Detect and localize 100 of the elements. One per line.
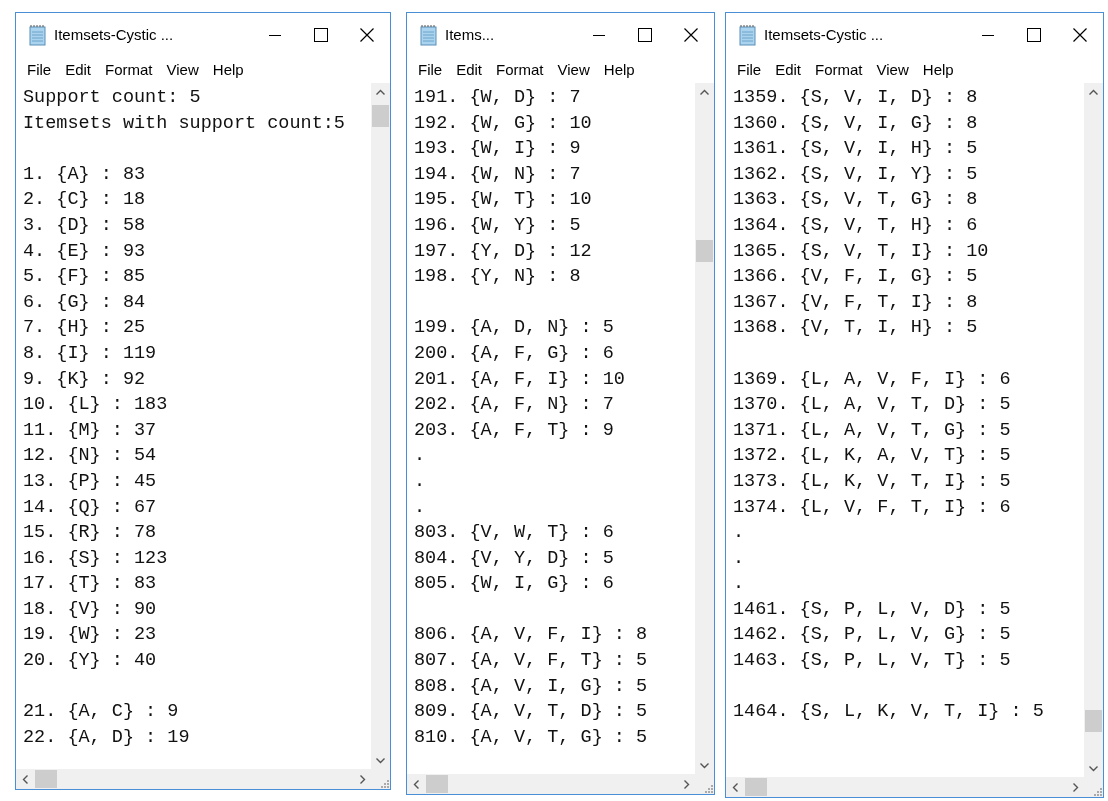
text-line: 2. {C} : 18	[23, 188, 147, 213]
text-line: 7. {H} : 25	[23, 316, 147, 341]
scroll-left-icon[interactable]	[21, 774, 28, 784]
text-line: Itemsets with support count:5	[23, 111, 346, 136]
vertical-scrollbar[interactable]	[695, 83, 714, 774]
horizontal-scrollbar[interactable]	[16, 769, 390, 789]
text-line: .	[733, 521, 746, 546]
resize-grip-icon[interactable]	[704, 784, 714, 794]
menu-item[interactable]: Help	[915, 58, 961, 82]
close-icon[interactable]	[360, 28, 374, 42]
menu-item[interactable]: Edit	[449, 58, 490, 82]
text-line: 1365. {S, V, T, I} : 10	[733, 239, 990, 264]
text-line: 1374. {L, V, F, T, I} : 6	[733, 495, 1012, 520]
text-line: 1371. {L, A, V, T, G} : 5	[733, 418, 1012, 443]
menu-item[interactable]: View	[159, 58, 206, 82]
text-line: 21. {A, C} : 9	[23, 700, 180, 725]
window-title: Items...	[445, 24, 496, 45]
text-line: 1366. {V, F, I, G} : 5	[733, 265, 979, 290]
menu-item[interactable]: File	[730, 58, 769, 82]
text-line: 1370. {L, A, V, T, D} : 5	[733, 393, 1012, 418]
vertical-scrollbar[interactable]	[1084, 83, 1103, 777]
scroll-down-icon[interactable]	[376, 757, 385, 764]
scroll-up-icon[interactable]	[376, 88, 385, 95]
text-line: 22. {A, D} : 19	[23, 725, 191, 750]
text-line: .	[733, 572, 746, 597]
notepad-icon	[419, 24, 439, 46]
text-line: 1463. {S, P, L, V, T} : 5	[733, 649, 1012, 674]
text-line: 1368. {V, T, I, H} : 5	[733, 316, 979, 341]
menu-item[interactable]: View	[869, 58, 916, 82]
maximize-icon[interactable]	[638, 28, 652, 42]
text-line: 192. {W, G} : 10	[414, 111, 593, 136]
menu-item[interactable]: Help	[205, 58, 251, 82]
notepad-icon	[738, 24, 758, 46]
text-line: .	[414, 469, 427, 494]
text-line: 15. {R} : 78	[23, 521, 158, 546]
maximize-icon[interactable]	[314, 28, 328, 42]
text-line: 8. {I} : 119	[23, 341, 158, 366]
menu-item[interactable]: View	[550, 58, 597, 82]
text-line: .	[414, 444, 427, 469]
horizontal-scrollbar[interactable]	[407, 774, 714, 794]
vertical-scrollbar[interactable]	[371, 83, 390, 769]
text-line: 202. {A, F, N} : 7	[414, 393, 615, 418]
resize-grip-icon[interactable]	[380, 779, 390, 789]
text-line: 1462. {S, P, L, V, G} : 5	[733, 623, 1012, 648]
text-line: 806. {A, V, F, I} : 8	[414, 623, 649, 648]
text-line: 803. {V, W, T} : 6	[414, 521, 615, 546]
menu-item[interactable]: Edit	[768, 58, 809, 82]
scroll-up-icon[interactable]	[700, 88, 709, 95]
text-line: 195. {W, T} : 10	[414, 188, 593, 213]
text-line: 200. {A, F, G} : 6	[414, 341, 615, 366]
menu-item[interactable]: Format	[489, 58, 551, 82]
text-line: 13. {P} : 45	[23, 469, 158, 494]
scroll-thumb[interactable]	[426, 775, 448, 793]
text-line: 201. {A, F, I} : 10	[414, 367, 626, 392]
scroll-thumb[interactable]	[696, 240, 713, 262]
notepad-icon	[28, 24, 48, 46]
text-line: 1369. {L, A, V, F, I} : 6	[733, 367, 1012, 392]
text-line: 196. {W, Y} : 5	[414, 213, 582, 238]
scroll-up-icon[interactable]	[1089, 88, 1098, 95]
menu-item[interactable]: File	[20, 58, 59, 82]
scroll-down-icon[interactable]	[700, 762, 709, 769]
window-title: Itemsets-Cystic ...	[764, 24, 885, 45]
resize-grip-icon[interactable]	[1093, 787, 1103, 797]
close-icon[interactable]	[1073, 28, 1087, 42]
text-line: Support count: 5	[23, 86, 202, 110]
scroll-thumb[interactable]	[372, 105, 389, 127]
scroll-left-icon[interactable]	[412, 779, 419, 789]
menu-item[interactable]: Edit	[58, 58, 99, 82]
text-line: 805. {W, I, G} : 6	[414, 572, 615, 597]
scroll-thumb[interactable]	[1085, 710, 1102, 732]
text-line: 1363. {S, V, T, G} : 8	[733, 188, 979, 213]
text-line: 9. {K} : 92	[23, 367, 147, 392]
text-line: 10. {L} : 183	[23, 393, 169, 418]
text-line: 807. {A, V, F, T} : 5	[414, 649, 649, 674]
text-line: 194. {W, N} : 7	[414, 162, 582, 187]
text-line: 203. {A, F, T} : 9	[414, 418, 615, 443]
text-line: 1373. {L, K, V, T, I} : 5	[733, 469, 1012, 494]
scroll-down-icon[interactable]	[1089, 765, 1098, 772]
scroll-thumb[interactable]	[35, 770, 57, 788]
menu-item[interactable]: Format	[98, 58, 160, 82]
text-line: .	[414, 495, 427, 520]
text-line: 5. {F} : 85	[23, 265, 147, 290]
text-line: 1361. {S, V, I, H} : 5	[733, 137, 979, 162]
menu-item[interactable]: File	[411, 58, 450, 82]
menu-item[interactable]: Help	[596, 58, 642, 82]
horizontal-scrollbar[interactable]	[726, 777, 1103, 797]
text-line: 1364. {S, V, T, H} : 6	[733, 213, 979, 238]
scroll-right-icon[interactable]	[683, 779, 690, 789]
scroll-left-icon[interactable]	[731, 782, 738, 792]
scroll-right-icon[interactable]	[359, 774, 366, 784]
text-line: 808. {A, V, I, G} : 5	[414, 674, 649, 699]
text-line: 1360. {S, V, I, G} : 8	[733, 111, 979, 136]
close-icon[interactable]	[684, 28, 698, 42]
scroll-thumb[interactable]	[745, 778, 767, 796]
menu-item[interactable]: Format	[808, 58, 870, 82]
text-line: 4. {E} : 93	[23, 239, 147, 264]
maximize-icon[interactable]	[1027, 28, 1041, 42]
scroll-right-icon[interactable]	[1072, 782, 1079, 792]
text-line: 6. {G} : 84	[23, 290, 147, 315]
text-line: 20. {Y} : 40	[23, 649, 158, 674]
